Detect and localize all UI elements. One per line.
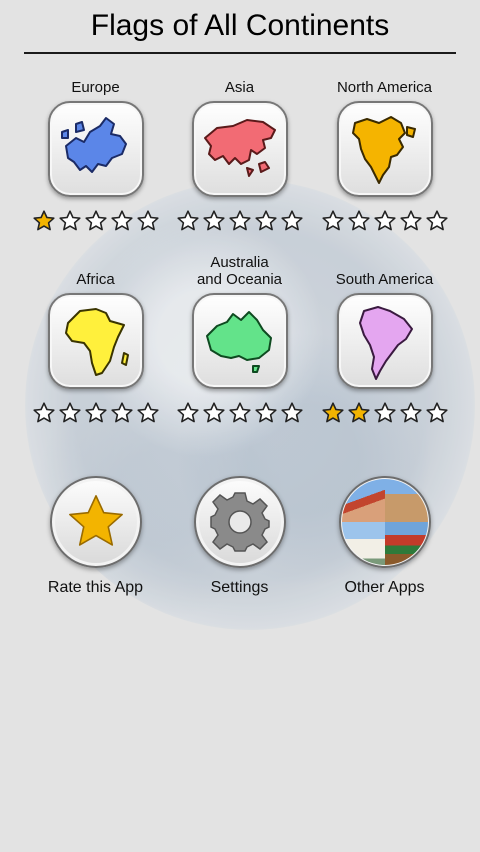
continent-label: Asia — [224, 79, 255, 96]
europe-map-icon — [60, 117, 127, 173]
star-empty-icon — [110, 402, 133, 423]
star-empty-icon — [399, 402, 422, 423]
rating-stars — [23, 209, 168, 233]
continent-label: Europe — [71, 79, 120, 96]
asia-map-icon — [203, 119, 276, 177]
star-empty-icon — [373, 402, 396, 423]
settings-label: Settings — [210, 579, 269, 596]
star-empty-icon — [202, 402, 225, 423]
star-empty-icon — [176, 210, 199, 231]
europe-button[interactable] — [47, 101, 144, 197]
africa-map-icon — [64, 308, 129, 376]
star-empty-icon — [373, 210, 396, 231]
australia-map-icon — [205, 311, 272, 373]
star-empty-icon — [228, 210, 251, 231]
star-empty-icon — [110, 210, 133, 231]
continent-tile-europe[interactable]: Europe — [23, 62, 168, 233]
star-filled-icon — [321, 402, 344, 423]
south-america-map-icon — [358, 306, 413, 380]
continent-tile-south-america[interactable]: South America — [312, 254, 457, 425]
other-apps-tile[interactable]: Other Apps — [312, 476, 457, 598]
star-empty-icon — [347, 210, 370, 231]
rating-stars — [312, 209, 457, 233]
rating-stars — [23, 401, 168, 425]
settings-tile[interactable]: Settings — [167, 476, 312, 598]
rating-stars — [167, 401, 312, 425]
star-empty-icon — [84, 402, 107, 423]
rate-app-tile[interactable]: Rate this App — [23, 476, 168, 598]
star-empty-icon — [399, 210, 422, 231]
continent-tile-north-america[interactable]: North America — [312, 62, 457, 233]
rating-stars — [312, 401, 457, 425]
page-title: Flags of All Continents — [90, 9, 390, 42]
other-apps-button[interactable] — [338, 476, 431, 568]
star-empty-icon — [136, 210, 159, 231]
continent-label: South America — [335, 271, 434, 288]
asia-button[interactable] — [191, 101, 288, 197]
north-america-button[interactable] — [336, 101, 433, 197]
star-empty-icon — [280, 402, 303, 423]
continent-label-line1: Australia — [210, 254, 269, 271]
rate-app-button[interactable] — [49, 476, 142, 568]
other-apps-label: Other Apps — [344, 579, 425, 596]
australia-button[interactable] — [191, 293, 288, 389]
star-icon — [68, 495, 123, 546]
star-filled-icon — [347, 402, 370, 423]
rate-app-label: Rate this App — [47, 579, 144, 596]
south-america-button[interactable] — [336, 293, 433, 389]
continent-label: North America — [336, 79, 433, 96]
landmarks-photo-icon — [341, 479, 428, 565]
north-america-map-icon — [351, 116, 416, 184]
star-empty-icon — [321, 210, 344, 231]
star-empty-icon — [254, 402, 277, 423]
star-empty-icon — [425, 402, 448, 423]
star-empty-icon — [280, 210, 303, 231]
star-empty-icon — [254, 210, 277, 231]
star-empty-icon — [176, 402, 199, 423]
africa-button[interactable] — [47, 293, 144, 389]
continent-label-line2: and Oceania — [196, 271, 283, 288]
star-empty-icon — [228, 402, 251, 423]
star-empty-icon — [58, 210, 81, 231]
continent-label: Africa — [76, 271, 115, 288]
star-empty-icon — [84, 210, 107, 231]
continent-tile-africa[interactable]: Africa — [23, 254, 168, 425]
star-filled-icon — [32, 210, 55, 231]
title-divider — [24, 52, 456, 54]
rating-stars — [167, 209, 312, 233]
continent-tile-asia[interactable]: Asia — [167, 62, 312, 233]
star-empty-icon — [32, 402, 55, 423]
continent-label: Australia and Oceania — [167, 254, 312, 288]
continent-tile-australia[interactable]: Australia and Oceania — [167, 254, 312, 425]
star-empty-icon — [58, 402, 81, 423]
star-empty-icon — [136, 402, 159, 423]
star-empty-icon — [202, 210, 225, 231]
settings-button[interactable] — [193, 476, 286, 568]
star-empty-icon — [425, 210, 448, 231]
gear-icon — [209, 492, 270, 552]
